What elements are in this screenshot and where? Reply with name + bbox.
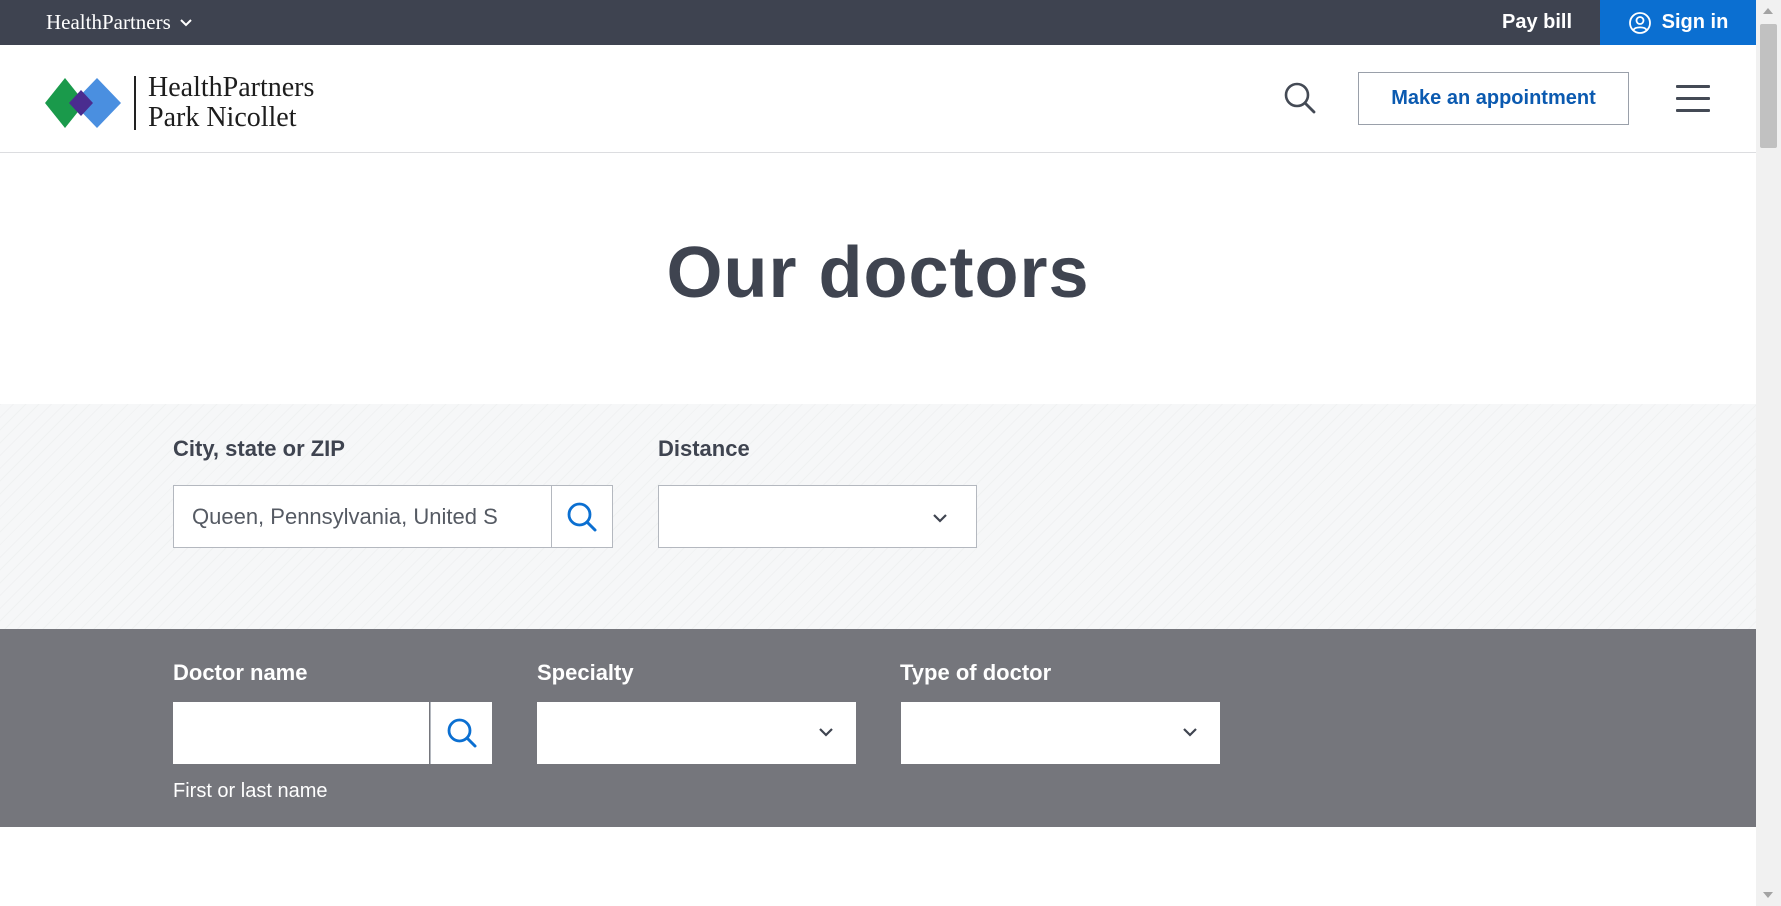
brand-switcher-label: HealthPartners	[46, 10, 171, 34]
search-icon[interactable]	[1283, 81, 1317, 115]
user-circle-icon	[1628, 11, 1651, 34]
menu-bar	[1676, 85, 1710, 88]
menu-icon[interactable]	[1676, 85, 1710, 113]
doctor-name-input[interactable]	[173, 702, 429, 764]
logo-wordmark: HealthPartners Park Nicollet	[148, 73, 314, 133]
chevron-down-icon	[180, 18, 192, 26]
type-of-doctor-label: Type of doctor	[900, 660, 1052, 685]
sign-in-button[interactable]: Sign in	[1600, 0, 1756, 45]
logo-divider	[134, 76, 136, 130]
page: HealthPartners Pay bill Sign in HealthPa…	[0, 0, 1756, 906]
city-input[interactable]: Queen, Pennsylvania, United S	[173, 485, 551, 548]
site-header: HealthPartners Park Nicollet Make an app…	[0, 45, 1756, 153]
distance-label: Distance	[658, 436, 750, 461]
scrollbar-thumb[interactable]	[1760, 24, 1777, 148]
distance-select[interactable]	[658, 485, 977, 548]
type-of-doctor-select[interactable]	[901, 702, 1220, 764]
chevron-down-icon	[1183, 728, 1197, 737]
menu-bar	[1676, 97, 1710, 100]
specialty-select[interactable]	[537, 702, 856, 764]
search-icon	[567, 502, 597, 531]
city-label: City, state or ZIP	[173, 436, 345, 461]
logo-line-1: HealthPartners	[148, 72, 315, 103]
logo[interactable]: HealthPartners Park Nicollet	[45, 73, 314, 133]
scroll-down-arrow-icon[interactable]	[1763, 892, 1773, 898]
scroll-up-arrow-icon[interactable]	[1763, 8, 1773, 14]
search-icon	[447, 718, 476, 748]
logo-line-2: Park Nicollet	[148, 102, 297, 133]
page-title: Our doctors	[666, 233, 1090, 313]
chevron-down-icon	[819, 728, 833, 737]
pay-bill-link[interactable]: Pay bill	[1502, 0, 1572, 45]
chevron-down-icon	[933, 514, 947, 523]
doctor-name-search-button[interactable]	[430, 702, 492, 764]
utility-bar: HealthPartners Pay bill Sign in	[0, 0, 1756, 45]
doctor-name-label: Doctor name	[173, 660, 308, 685]
menu-bar	[1676, 109, 1710, 112]
doctor-name-helper: First or last name	[173, 780, 328, 802]
sign-in-label: Sign in	[1661, 11, 1729, 33]
vertical-scrollbar[interactable]	[1756, 0, 1781, 906]
brand-switcher[interactable]: HealthPartners	[46, 0, 193, 45]
make-appointment-button[interactable]: Make an appointment	[1358, 72, 1629, 125]
specialty-label: Specialty	[537, 660, 634, 685]
diamond-logo-icon	[45, 78, 121, 128]
city-search-button[interactable]	[551, 485, 613, 548]
